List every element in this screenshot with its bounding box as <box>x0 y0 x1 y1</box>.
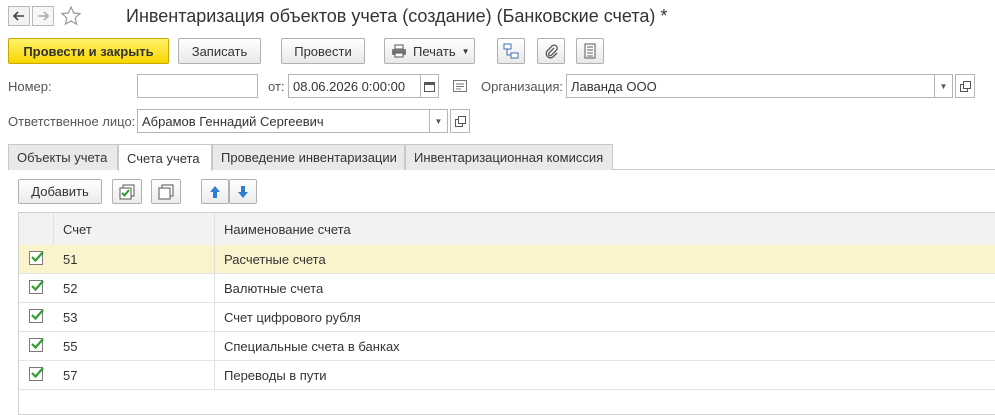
arrow-up-icon <box>210 185 220 198</box>
cell-account-name: Переводы в пути <box>224 367 327 383</box>
printer-icon <box>392 44 406 58</box>
tab-accounting-objects[interactable]: Объекты учета <box>8 144 118 170</box>
list-button[interactable] <box>576 38 604 64</box>
checkmark-icon <box>31 338 44 350</box>
column-divider <box>53 213 54 245</box>
save-button[interactable]: Записать <box>178 38 261 64</box>
cell-account: 52 <box>63 280 78 296</box>
checkmark-icon <box>31 367 44 379</box>
responsible-label: Ответственное лицо: <box>8 114 136 129</box>
column-divider <box>214 332 215 360</box>
column-divider <box>214 213 215 245</box>
tab-accounts[interactable]: Счета учета <box>118 144 212 171</box>
responsible-dropdown[interactable]: ▼ <box>430 109 448 133</box>
cell-account-name: Счет цифрового рубля <box>224 309 361 325</box>
history-icon[interactable] <box>453 80 467 95</box>
date-input[interactable]: 08.06.2026 0:00:00 <box>288 74 421 98</box>
table-row[interactable]: 53 Счет цифрового рубля <box>19 303 995 332</box>
uncheck-all-button[interactable] <box>151 179 181 204</box>
add-button[interactable]: Добавить <box>18 179 102 204</box>
cell-account: 53 <box>63 309 78 325</box>
print-button[interactable]: Печать ▼ <box>384 38 475 64</box>
organization-dropdown[interactable]: ▼ <box>935 74 953 98</box>
post-button[interactable]: Провести <box>281 38 365 64</box>
row-checkbox[interactable] <box>29 338 44 352</box>
structure-button[interactable] <box>497 38 525 64</box>
arrow-down-icon <box>238 185 248 198</box>
paperclip-icon <box>545 44 558 59</box>
table-row[interactable]: 55 Специальные счета в банках <box>19 332 995 361</box>
tab-inventory-commission[interactable]: Инвентаризационная комиссия <box>405 144 613 170</box>
organization-label: Организация: <box>481 79 564 94</box>
post-and-close-button[interactable]: Провести и закрыть <box>8 38 169 64</box>
number-input[interactable] <box>137 74 258 98</box>
column-divider <box>214 274 215 302</box>
checkmark-icon <box>31 251 44 263</box>
chevron-down-icon: ▼ <box>939 81 948 91</box>
window-title: Инвентаризация объектов учета (создание)… <box>126 6 668 26</box>
table-row[interactable]: 57 Переводы в пути <box>19 361 995 390</box>
document-list-icon <box>584 43 596 59</box>
header-account[interactable]: Счет <box>63 213 92 245</box>
print-button-label: Печать <box>413 43 456 59</box>
cell-account: 57 <box>63 367 78 383</box>
table-row[interactable]: 52 Валютные счета <box>19 274 995 303</box>
cell-account: 51 <box>63 251 78 267</box>
accounts-table[interactable]: Счет Наименование счета 51 Расчетные сче… <box>18 212 995 415</box>
column-divider <box>214 303 215 331</box>
favorite-star-icon[interactable] <box>60 5 82 30</box>
table-header: Счет Наименование счета <box>19 213 995 246</box>
uncheck-all-icon <box>158 184 174 199</box>
cell-account-name: Расчетные счета <box>224 251 326 267</box>
date-label: от: <box>268 79 285 94</box>
header-account-name[interactable]: Наименование счета <box>224 213 351 245</box>
tab-inventory-procedure[interactable]: Проведение инвентаризации <box>212 144 405 170</box>
calendar-button[interactable] <box>420 74 439 98</box>
cell-account-name: Специальные счета в банках <box>224 338 400 354</box>
chevron-down-icon: ▼ <box>461 46 470 56</box>
organization-open-button[interactable] <box>955 74 975 98</box>
open-window-icon <box>959 80 971 92</box>
open-window-icon <box>454 115 466 127</box>
cell-account: 55 <box>63 338 78 354</box>
table-row[interactable]: 51 Расчетные счета <box>19 245 995 274</box>
checkmark-icon <box>31 309 44 321</box>
forward-button[interactable] <box>32 6 54 26</box>
check-all-icon <box>119 184 135 199</box>
move-up-button[interactable] <box>201 179 229 204</box>
check-all-button[interactable] <box>112 179 142 204</box>
arrow-left-icon <box>13 11 24 21</box>
number-label: Номер: <box>8 79 52 94</box>
row-checkbox[interactable] <box>29 367 44 381</box>
arrow-right-icon <box>38 11 49 21</box>
chevron-down-icon: ▼ <box>434 116 443 126</box>
column-divider <box>214 245 215 273</box>
checkmark-icon <box>31 280 44 292</box>
attach-button[interactable] <box>537 38 565 64</box>
cell-account-name: Валютные счета <box>224 280 324 296</box>
move-down-button[interactable] <box>229 179 257 204</box>
row-checkbox[interactable] <box>29 309 44 323</box>
responsible-open-button[interactable] <box>450 109 470 133</box>
hierarchy-icon <box>503 43 519 59</box>
column-divider <box>214 361 215 389</box>
calendar-icon <box>424 81 435 92</box>
organization-input[interactable]: Лаванда ООО <box>566 74 935 98</box>
responsible-input[interactable]: Абрамов Геннадий Сергеевич <box>137 109 430 133</box>
back-button[interactable] <box>8 6 30 26</box>
row-checkbox[interactable] <box>29 251 44 265</box>
row-checkbox[interactable] <box>29 280 44 294</box>
